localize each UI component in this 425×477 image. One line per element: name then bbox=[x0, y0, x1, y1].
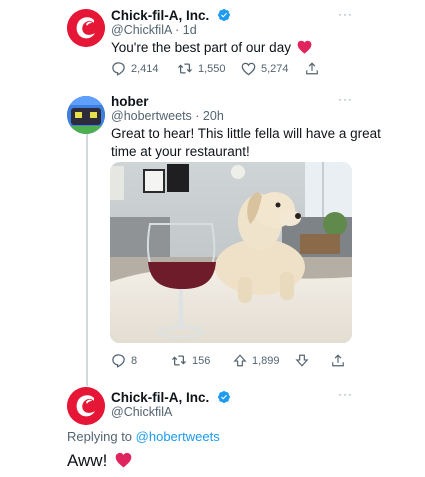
retweet-button[interactable]: 156 bbox=[171, 353, 233, 368]
share-icon bbox=[332, 354, 344, 367]
retweet-icon bbox=[171, 355, 187, 366]
author-name[interactable]: Chick-fil-A, Inc. bbox=[111, 390, 209, 405]
tweet-text: Great to hear! This little fella will ha… bbox=[111, 126, 381, 159]
tweet-photo[interactable] bbox=[110, 162, 352, 343]
timestamp[interactable]: 20h bbox=[203, 109, 224, 123]
action-bar: 8 156 1,899 bbox=[111, 353, 345, 368]
share-button[interactable] bbox=[331, 353, 345, 368]
share-icon bbox=[306, 62, 318, 75]
downvote-button[interactable] bbox=[295, 353, 331, 368]
replying-to-link[interactable]: @hobertweets bbox=[136, 429, 220, 444]
upvote-icon bbox=[233, 354, 247, 367]
tweet-3[interactable]: Chick-fil-A, Inc. @ChickfilA ··· Replyin… bbox=[0, 380, 425, 477]
heart-emoji bbox=[115, 452, 132, 473]
reply-icon bbox=[112, 62, 125, 76]
replying-to: Replying to @hobertweets bbox=[67, 429, 220, 444]
like-button[interactable]: 5,274 bbox=[241, 62, 305, 76]
author-name[interactable]: hober bbox=[111, 94, 149, 109]
author-handle[interactable]: @ChickfilA bbox=[111, 405, 172, 419]
downvote-icon bbox=[295, 354, 309, 367]
heart-emoji bbox=[297, 40, 312, 59]
verified-icon bbox=[217, 390, 231, 409]
share-button[interactable] bbox=[305, 61, 319, 76]
chick-fil-a-avatar[interactable] bbox=[67, 387, 105, 425]
verified-icon bbox=[217, 8, 231, 27]
reply-button[interactable]: 8 bbox=[111, 353, 171, 368]
separator: · bbox=[195, 109, 203, 123]
more-icon[interactable]: ··· bbox=[338, 7, 353, 21]
retweet-button[interactable]: 1,550 bbox=[177, 61, 241, 76]
like-icon bbox=[241, 62, 256, 75]
separator: · bbox=[175, 23, 183, 37]
tweet-text: Aww! bbox=[67, 451, 132, 473]
author-handle[interactable]: @hobertweets bbox=[111, 109, 192, 123]
more-icon[interactable]: ··· bbox=[338, 387, 353, 401]
timestamp[interactable]: 1d bbox=[183, 23, 197, 37]
hober-avatar[interactable] bbox=[67, 96, 105, 134]
author-name[interactable]: Chick-fil-A, Inc. bbox=[111, 8, 209, 23]
reply-button[interactable]: 2,414 bbox=[111, 61, 177, 76]
chick-fil-a-avatar[interactable] bbox=[67, 9, 105, 47]
tweet-1[interactable]: Chick-fil-A, Inc. @ChickfilA · 1d ··· Yo… bbox=[0, 0, 425, 85]
reply-icon bbox=[112, 354, 125, 368]
more-icon[interactable]: ··· bbox=[338, 92, 353, 106]
tweet-text: You're the best part of our day bbox=[111, 39, 312, 59]
retweet-icon bbox=[177, 63, 193, 74]
author-handle[interactable]: @ChickfilA bbox=[111, 23, 172, 37]
action-bar: 2,414 1,550 5,274 bbox=[111, 61, 319, 76]
upvote-button[interactable]: 1,899 bbox=[233, 353, 295, 368]
